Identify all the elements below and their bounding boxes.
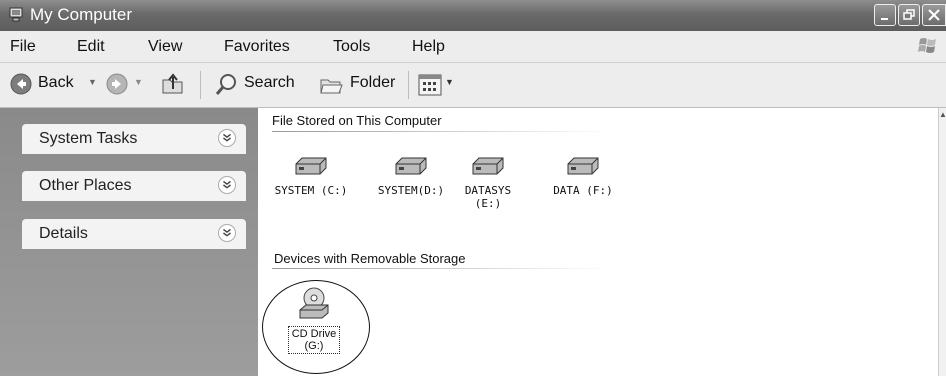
my-computer-icon	[9, 7, 23, 22]
scroll-up-icon[interactable]: ▲	[939, 110, 946, 119]
back-arrow-icon[interactable]	[10, 73, 32, 95]
minimize-icon	[881, 18, 888, 20]
close-button[interactable]	[922, 4, 946, 26]
system-tasks-header[interactable]: System Tasks	[22, 124, 246, 154]
cd-drive-item[interactable]: CD Drive (G:)	[282, 286, 346, 354]
menu-file[interactable]: File	[10, 38, 36, 56]
standard-toolbar: Back ▼ ▼ Search Folder ▼	[0, 63, 946, 108]
title-bar[interactable]: My Computer	[0, 0, 946, 31]
expand-chevron-icon[interactable]	[218, 129, 236, 147]
drive-label: SYSTEM (C:)	[274, 184, 348, 197]
menu-help[interactable]: Help	[412, 38, 445, 56]
group-heading-removable: Devices with Removable Storage	[274, 251, 466, 266]
back-dropdown-icon[interactable]: ▼	[88, 77, 97, 87]
drive-label: DATA (F:)	[553, 184, 613, 197]
cd-drive-icon	[299, 287, 329, 319]
expand-chevron-icon[interactable]	[218, 224, 236, 242]
folders-icon[interactable]	[318, 73, 344, 97]
hard-drive-icon	[472, 157, 504, 175]
search-button[interactable]: Search	[244, 74, 295, 92]
back-button[interactable]: Back	[38, 74, 74, 92]
expand-chevron-icon[interactable]	[218, 176, 236, 194]
folders-button[interactable]: Folder	[350, 74, 395, 92]
details-header[interactable]: Details	[22, 219, 246, 249]
cd-drive-label-letter: (G:)	[304, 340, 324, 352]
search-icon[interactable]	[214, 72, 240, 98]
window-title: My Computer	[30, 5, 133, 24]
windows-logo-icon	[918, 38, 936, 53]
details-label: Details	[39, 225, 88, 242]
group-divider	[272, 268, 612, 269]
views-dropdown-icon[interactable]: ▼	[445, 77, 454, 87]
restore-button[interactable]	[898, 4, 920, 26]
cd-drive-label-name: CD Drive	[291, 328, 337, 340]
forward-arrow-icon[interactable]	[106, 73, 128, 95]
toolbar-separator	[408, 71, 409, 99]
system-tasks-label: System Tasks	[39, 130, 138, 147]
other-places-header[interactable]: Other Places	[22, 171, 246, 201]
up-folder-icon[interactable]	[160, 72, 186, 96]
drive-label: SYSTEM(D:)	[377, 184, 445, 197]
cd-drive-label: CD Drive (G:)	[288, 326, 340, 354]
hard-drive-icon	[295, 157, 327, 175]
restore-icon	[903, 9, 915, 20]
toolbar-separator	[200, 71, 201, 99]
minimize-button[interactable]	[874, 4, 896, 26]
vertical-scrollbar[interactable]: ▲	[938, 108, 946, 376]
group-heading-fixed-drives: File Stored on This Computer	[272, 113, 442, 128]
hard-drive-icon	[395, 157, 427, 175]
task-pane: System Tasks Other Places Details	[0, 108, 258, 376]
drive-item[interactable]: SYSTEM(D:)	[366, 156, 456, 197]
views-icon[interactable]	[418, 74, 442, 96]
menu-edit[interactable]: Edit	[77, 38, 105, 56]
drive-label: DATASYS (E:)	[464, 184, 512, 210]
menu-bar: File Edit View Favorites Tools Help	[0, 31, 946, 63]
group-divider	[272, 131, 612, 132]
other-places-label: Other Places	[39, 177, 132, 194]
menu-tools[interactable]: Tools	[333, 38, 370, 56]
drive-item[interactable]: SYSTEM (C:)	[266, 156, 356, 197]
drive-item[interactable]: DATA (F:)	[538, 156, 628, 197]
forward-dropdown-icon[interactable]: ▼	[134, 77, 143, 87]
drive-item[interactable]: DATASYS (E:)	[458, 156, 518, 210]
close-icon	[928, 9, 940, 21]
menu-view[interactable]: View	[148, 38, 182, 56]
menu-favorites[interactable]: Favorites	[224, 38, 290, 56]
hard-drive-icon	[567, 157, 599, 175]
drive-list-view: File Stored on This Computer SYSTEM (C:)…	[258, 108, 938, 376]
